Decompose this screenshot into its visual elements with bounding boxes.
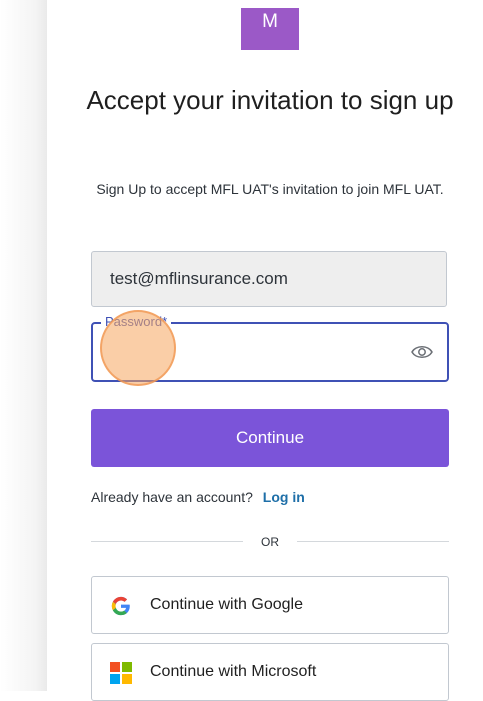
login-prompt-line: Already have an account? Log in	[91, 487, 305, 507]
continue-button[interactable]: Continue	[91, 409, 449, 467]
microsoft-button-label: Continue with Microsoft	[150, 663, 317, 680]
company-logo: M	[241, 8, 299, 50]
or-divider: OR	[91, 533, 449, 551]
logo-letter: M	[262, 11, 278, 32]
click-indicator	[100, 310, 176, 386]
continue-with-google-button[interactable]: Continue with Google	[91, 576, 449, 634]
page-title: Accept your invitation to sign up	[86, 85, 454, 115]
continue-with-microsoft-button[interactable]: Continue with Microsoft	[91, 643, 449, 701]
eye-icon[interactable]	[411, 342, 433, 362]
invitation-subtitle: Sign Up to accept MFL UAT's invitation t…	[96, 181, 444, 197]
divider-line-right	[297, 541, 449, 542]
divider-label: OR	[261, 535, 279, 549]
login-prompt: Already have an account?	[91, 489, 253, 505]
google-icon	[111, 596, 130, 616]
google-button-label: Continue with Google	[150, 596, 303, 613]
email-field[interactable]: test@mflinsurance.com	[91, 251, 447, 307]
left-background-shade	[0, 0, 47, 691]
microsoft-icon	[110, 662, 132, 684]
login-link[interactable]: Log in	[263, 489, 305, 505]
